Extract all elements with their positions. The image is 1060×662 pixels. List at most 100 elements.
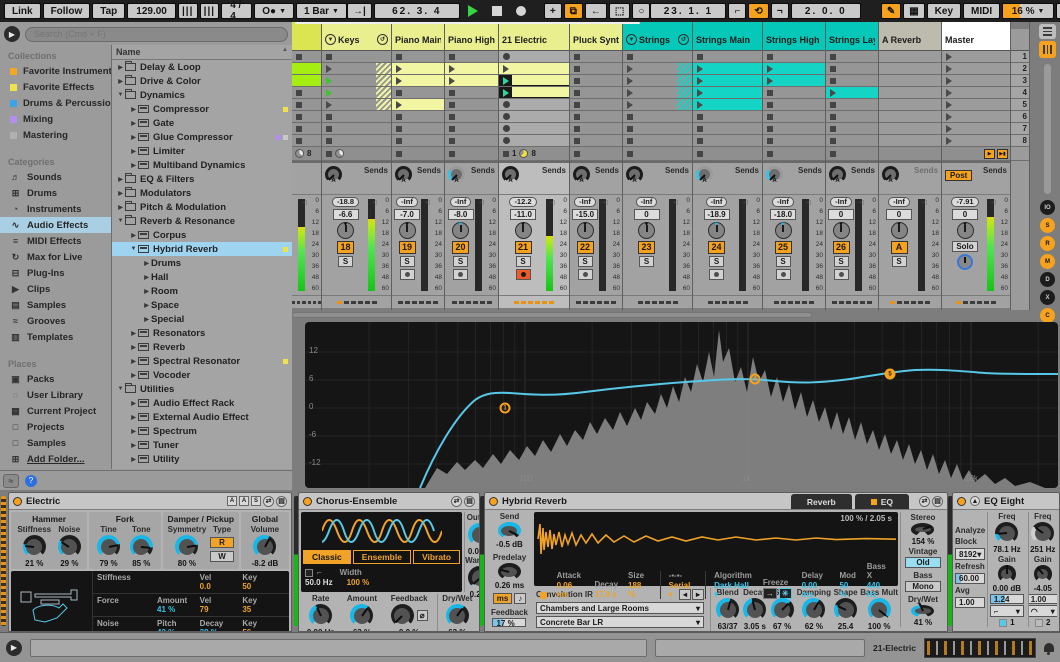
clip-slot[interactable]	[826, 51, 878, 63]
clip-launch-button[interactable]	[697, 64, 703, 73]
expand-arrow-icon[interactable]: ▶	[129, 134, 138, 141]
stop-all-cell[interactable]: 18	[499, 147, 569, 161]
track-activator[interactable]: 21	[514, 241, 532, 254]
clip-stop-button[interactable]	[574, 77, 580, 84]
clip-slot[interactable]	[623, 111, 692, 123]
tree-item[interactable]: ▶ Glue Compressor	[112, 130, 292, 144]
clip-stop-button[interactable]	[449, 89, 455, 96]
scene-number[interactable]: 2	[1011, 63, 1029, 75]
clip-slot[interactable]	[693, 135, 762, 147]
table-cell[interactable]: Amount 41 %	[157, 596, 200, 614]
eq-band-handle-1[interactable]: 1	[499, 402, 511, 414]
clip-stop-button[interactable]	[830, 101, 836, 108]
group-launch-button[interactable]	[627, 100, 633, 109]
freeze-in-button[interactable]: →	[762, 588, 777, 599]
track-header[interactable]: Piano Main	[392, 29, 444, 51]
expand-arrow-icon[interactable]: ▶	[129, 232, 138, 239]
clip-slot[interactable]	[623, 135, 692, 147]
peak-level-value[interactable]: -Inf	[772, 197, 794, 207]
clip-stop-button[interactable]	[449, 53, 455, 60]
clip-slot[interactable]	[322, 99, 391, 111]
track-header[interactable]: Strings Layer	[826, 29, 878, 51]
clip-stop-button[interactable]	[767, 113, 773, 120]
clip-slot[interactable]	[445, 51, 498, 63]
clip-record-button[interactable]	[503, 113, 510, 120]
expand-arrow-icon[interactable]: ▶	[142, 302, 151, 309]
scene-number[interactable]: 1	[1011, 51, 1029, 63]
pan-knob[interactable]: ▼	[956, 222, 974, 239]
clip-stop-button[interactable]	[296, 125, 302, 132]
track-stop-button[interactable]	[326, 150, 332, 157]
tree-item[interactable]: ▶ Reverb	[112, 340, 292, 354]
expand-arrow-icon[interactable]: ▶	[116, 64, 125, 71]
group-freeze-icon[interactable]: ↺	[678, 34, 689, 45]
track-stop-button[interactable]	[503, 150, 509, 157]
horizontal-scrollbar[interactable]	[292, 312, 812, 318]
clip-stop-button[interactable]	[830, 113, 836, 120]
stop-all-cell[interactable]	[763, 147, 825, 161]
clip-slot[interactable]	[322, 51, 391, 63]
place-item[interactable]: □ Projects	[0, 419, 111, 435]
clip-slot[interactable]	[826, 111, 878, 123]
hot-swap-icon[interactable]: ⇄	[263, 495, 274, 507]
clip-slot[interactable]	[942, 99, 1010, 111]
clip-slot[interactable]	[623, 99, 692, 111]
clip-slot[interactable]	[826, 99, 878, 111]
warmth-knob[interactable]: Warmth 0.2 %	[465, 556, 479, 599]
clip-slot[interactable]	[693, 63, 762, 75]
stop-all-cell[interactable]	[322, 147, 391, 161]
clip-slot[interactable]	[826, 63, 878, 75]
tree-header[interactable]: Name ▲	[112, 45, 292, 60]
clip-stop-button[interactable]	[574, 137, 580, 144]
pan-knob[interactable]: ▼	[337, 222, 354, 239]
send-a-knob[interactable]: A	[502, 166, 519, 184]
clip-slot[interactable]	[445, 135, 498, 147]
clip-slot[interactable]	[570, 87, 622, 99]
device-chorus-titlebar[interactable]: Chorus-Ensemble ⇄ ▤	[299, 493, 479, 510]
track-activator[interactable]: 20	[452, 241, 469, 254]
hot-swap-icon[interactable]: ⇄	[451, 495, 462, 507]
save-preset-icon[interactable]: ▤	[464, 495, 475, 507]
clip-slot[interactable]	[499, 135, 569, 147]
band2-freq-knob[interactable]	[1031, 522, 1055, 545]
send-a-knob[interactable]: A	[448, 166, 465, 184]
tree-item[interactable]: ▼ Utilities	[112, 382, 292, 396]
track-stop-button[interactable]	[627, 150, 633, 157]
clip-slot[interactable]	[392, 99, 444, 111]
automation-arm-button[interactable]: ○	[632, 3, 651, 19]
volume-value[interactable]: -8.0	[447, 209, 474, 220]
expand-arrow-icon[interactable]: ▼	[116, 218, 125, 224]
volume-value[interactable]: -11.0	[510, 209, 536, 220]
clip-stop-button[interactable]	[627, 137, 633, 144]
browser-collapse-icon[interactable]: ▶	[4, 26, 20, 42]
collection-item[interactable]: Favorite Effects	[0, 79, 111, 95]
hot-swap-icon[interactable]: ⇄	[919, 495, 930, 507]
clip-slot[interactable]	[292, 51, 321, 63]
device-on-button[interactable]	[13, 496, 22, 506]
group-launch-button[interactable]	[326, 76, 332, 85]
cpu-meter[interactable]: 16 % ▼	[1002, 3, 1055, 19]
table-cell[interactable]	[157, 573, 200, 591]
clip-slot[interactable]	[499, 99, 569, 111]
time-signature[interactable]: 4 / 4	[221, 0, 253, 22]
clip-stop-button[interactable]	[574, 89, 580, 96]
band2-enable-checkbox[interactable]	[1035, 618, 1044, 627]
continue-playback-button[interactable]: ▶▮	[997, 148, 1008, 159]
tree-item[interactable]: ▶ Multiband Dynamics	[112, 158, 292, 172]
tone-knob[interactable]: Tone 85 %	[129, 525, 153, 568]
tree-item[interactable]: ▶ Spectral Resonator	[112, 354, 292, 368]
stop-button[interactable]	[485, 3, 508, 19]
clip-stop-button[interactable]	[697, 53, 703, 60]
block-select[interactable]: 8192 ▾	[955, 548, 986, 560]
clip-stop-button[interactable]	[396, 125, 402, 132]
expand-arrow-icon[interactable]: ▼	[116, 92, 125, 98]
band1-freq-knob[interactable]	[995, 522, 1019, 545]
tree-item[interactable]: ▶ Room	[112, 284, 292, 298]
session-record-button[interactable]: ⧉	[563, 3, 583, 19]
follow-button[interactable]: Follow	[42, 3, 91, 19]
clip-stop-button[interactable]	[767, 125, 773, 132]
clip-slot[interactable]	[392, 87, 444, 99]
table-cell[interactable]: Vel 79	[200, 596, 243, 614]
scene-launch-button[interactable]	[946, 136, 952, 145]
back-to-arrangement-button[interactable]: ←	[584, 3, 607, 19]
